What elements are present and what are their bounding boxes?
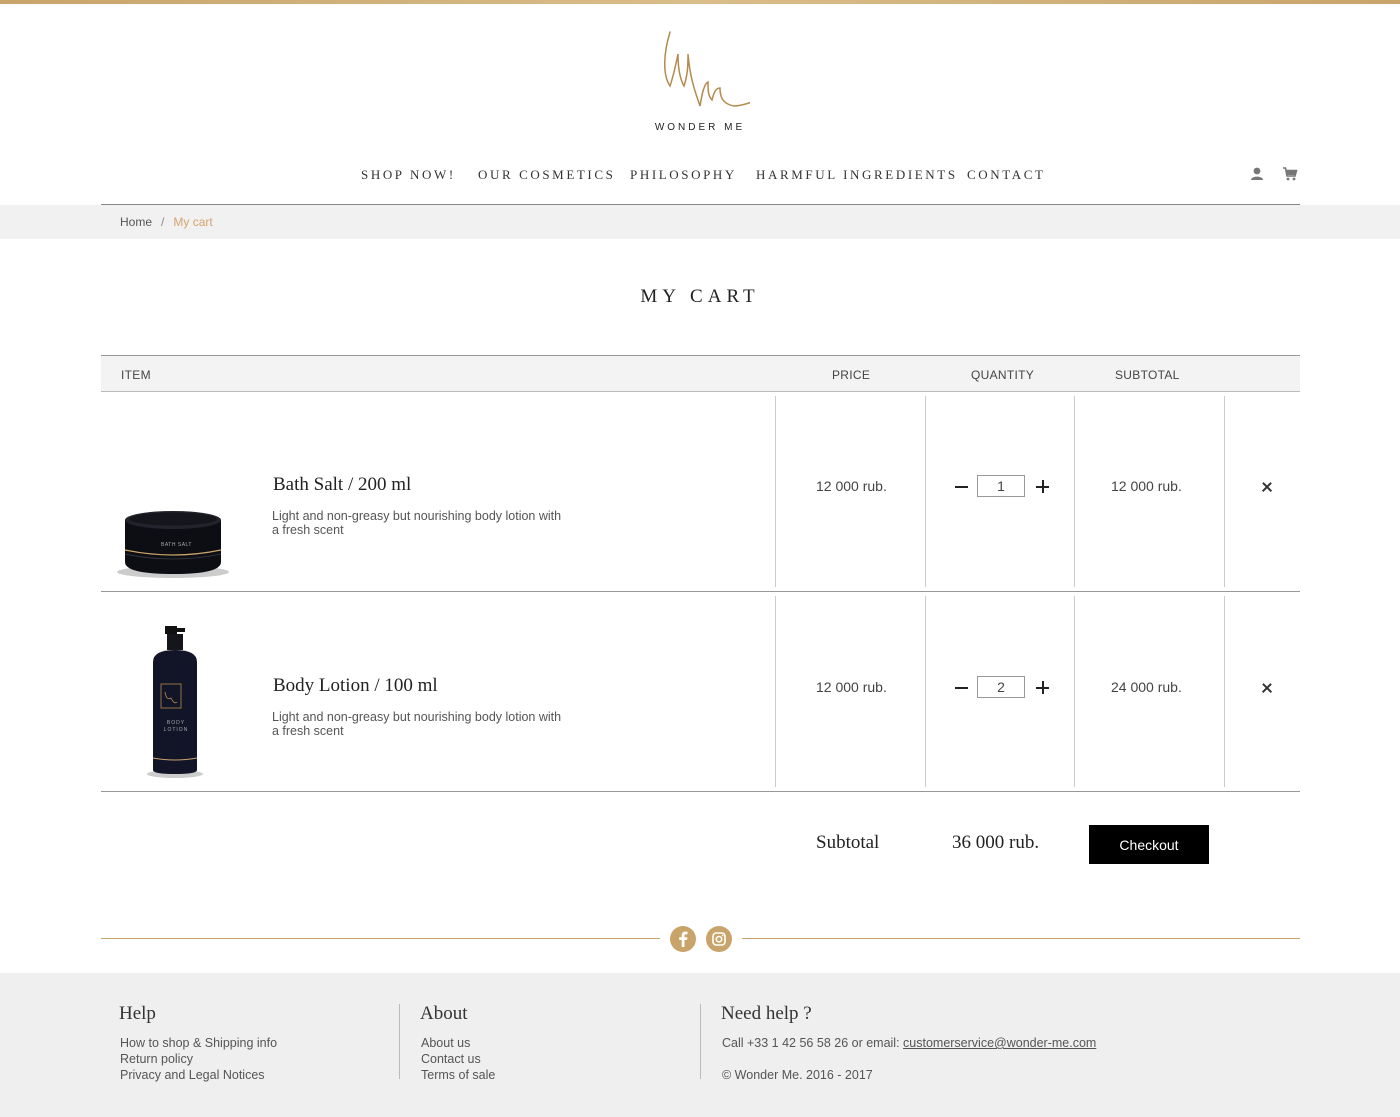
quantity-decrease-button[interactable] [954,680,970,696]
remove-item-icon[interactable] [1260,480,1274,494]
footer-divider [399,1004,400,1079]
product-description: Light and non-greasy but nourishing body… [272,509,562,537]
footer-link[interactable]: Contact us [421,1051,495,1067]
footer-link[interactable]: Privacy and Legal Notices [120,1067,277,1083]
footer-about: About About us Contact us Terms of sale [420,1003,495,1083]
product-name[interactable]: Bath Salt / 200 ml [273,474,411,496]
cart-subtotal-label: Subtotal [816,832,880,853]
quantity-input[interactable] [977,676,1025,698]
footer-link[interactable]: Return policy [120,1051,277,1067]
breadcrumb-bar: Home / My cart [0,205,1400,239]
column-divider [1074,596,1075,787]
breadcrumb-current: My cart [173,215,213,229]
logo[interactable]: WONDER ME [640,24,760,148]
nav-philosophy[interactable]: PHILOSOPHY [630,167,737,183]
quantity-decrease-button[interactable] [954,479,970,495]
footer: Help How to shop & Shipping info Return … [0,973,1400,1117]
cart-table-header: ITEM PRICE QUANTITY SUBTOTAL [101,355,1300,392]
nav-our-cosmetics[interactable]: OUR COSMETICS [478,167,615,183]
nav-shop-now[interactable]: SHOP NOW! [361,167,456,183]
top-accent-bar [0,0,1400,4]
header-item: ITEM [121,368,151,382]
product-description: Light and non-greasy but nourishing body… [272,710,562,738]
breadcrumb-home[interactable]: Home [120,215,152,229]
footer-copyright: © Wonder Me. 2016 - 2017 [722,1068,873,1082]
user-icon[interactable] [1250,166,1264,187]
jar-label: BATH SALT [161,542,192,548]
footer-divider [700,1004,701,1079]
cart-row: BODY LOTION Body Lotion / 100 ml Light a… [101,592,1300,792]
cart-row: BATH SALT Bath Salt / 200 ml Light and n… [101,392,1300,592]
logo-signature-icon [664,31,750,107]
quantity-increase-button[interactable] [1035,479,1051,495]
page-title: MY CART [640,286,760,307]
footer-link[interactable]: Terms of sale [421,1067,495,1083]
column-divider [1224,596,1225,787]
cart-subtotal-value: 36 000 rub. [952,832,1040,853]
column-divider [1224,396,1225,587]
product-price: 12 000 rub. [816,679,887,695]
cart-icon[interactable] [1282,166,1298,187]
breadcrumb-separator: / [161,215,165,229]
brand-name: WONDER ME [654,122,746,133]
column-divider [775,396,776,587]
social-divider-right [742,938,1300,939]
social-divider-left [101,938,660,939]
footer-call-line: Call +33 1 42 56 58 26 or email: custome… [722,1035,1096,1051]
footer-email-link[interactable]: customerservice@wonder-me.com [903,1036,1096,1050]
footer-about-title: About [420,1003,468,1024]
breadcrumb: Home / My cart [120,215,213,229]
column-divider [775,596,776,787]
column-divider [1074,396,1075,587]
facebook-icon[interactable] [670,926,696,952]
header-quantity: QUANTITY [971,368,1035,382]
footer-link[interactable]: About us [421,1035,495,1051]
nav-harmful-ingredients[interactable]: HARMFUL INGREDIENTS [756,167,958,183]
quantity-increase-button[interactable] [1035,680,1051,696]
checkout-button[interactable]: Checkout [1089,825,1209,864]
product-image[interactable]: BODY LOTION [145,622,205,783]
product-name[interactable]: Body Lotion / 100 ml [273,675,438,697]
column-divider [925,396,926,587]
footer-call-text: Call +33 1 42 56 58 26 or email: [722,1036,904,1050]
row-subtotal: 24 000 rub. [1111,679,1182,695]
footer-contact: Need help ? Call +33 1 42 56 58 26 or em… [721,1003,1096,1083]
bottle-label: BODY LOTION [163,720,189,733]
footer-link[interactable]: How to shop & Shipping info [120,1035,277,1051]
footer-help-title: Help [119,1003,156,1024]
instagram-icon[interactable] [706,926,732,952]
nav-contact[interactable]: CONTACT [967,167,1046,183]
quantity-input[interactable] [977,475,1025,497]
product-price: 12 000 rub. [816,478,887,494]
product-image[interactable]: BATH SALT [115,504,231,585]
footer-contact-title: Need help ? [721,1003,812,1024]
row-subtotal: 12 000 rub. [1111,478,1182,494]
column-divider [925,596,926,787]
main-nav: SHOP NOW! OUR COSMETICS PHILOSOPHY HARMF… [0,167,1400,185]
header-subtotal: SUBTOTAL [1115,368,1180,382]
remove-item-icon[interactable] [1260,681,1274,695]
footer-help: Help How to shop & Shipping info Return … [119,1003,277,1083]
header-price: PRICE [832,368,871,382]
